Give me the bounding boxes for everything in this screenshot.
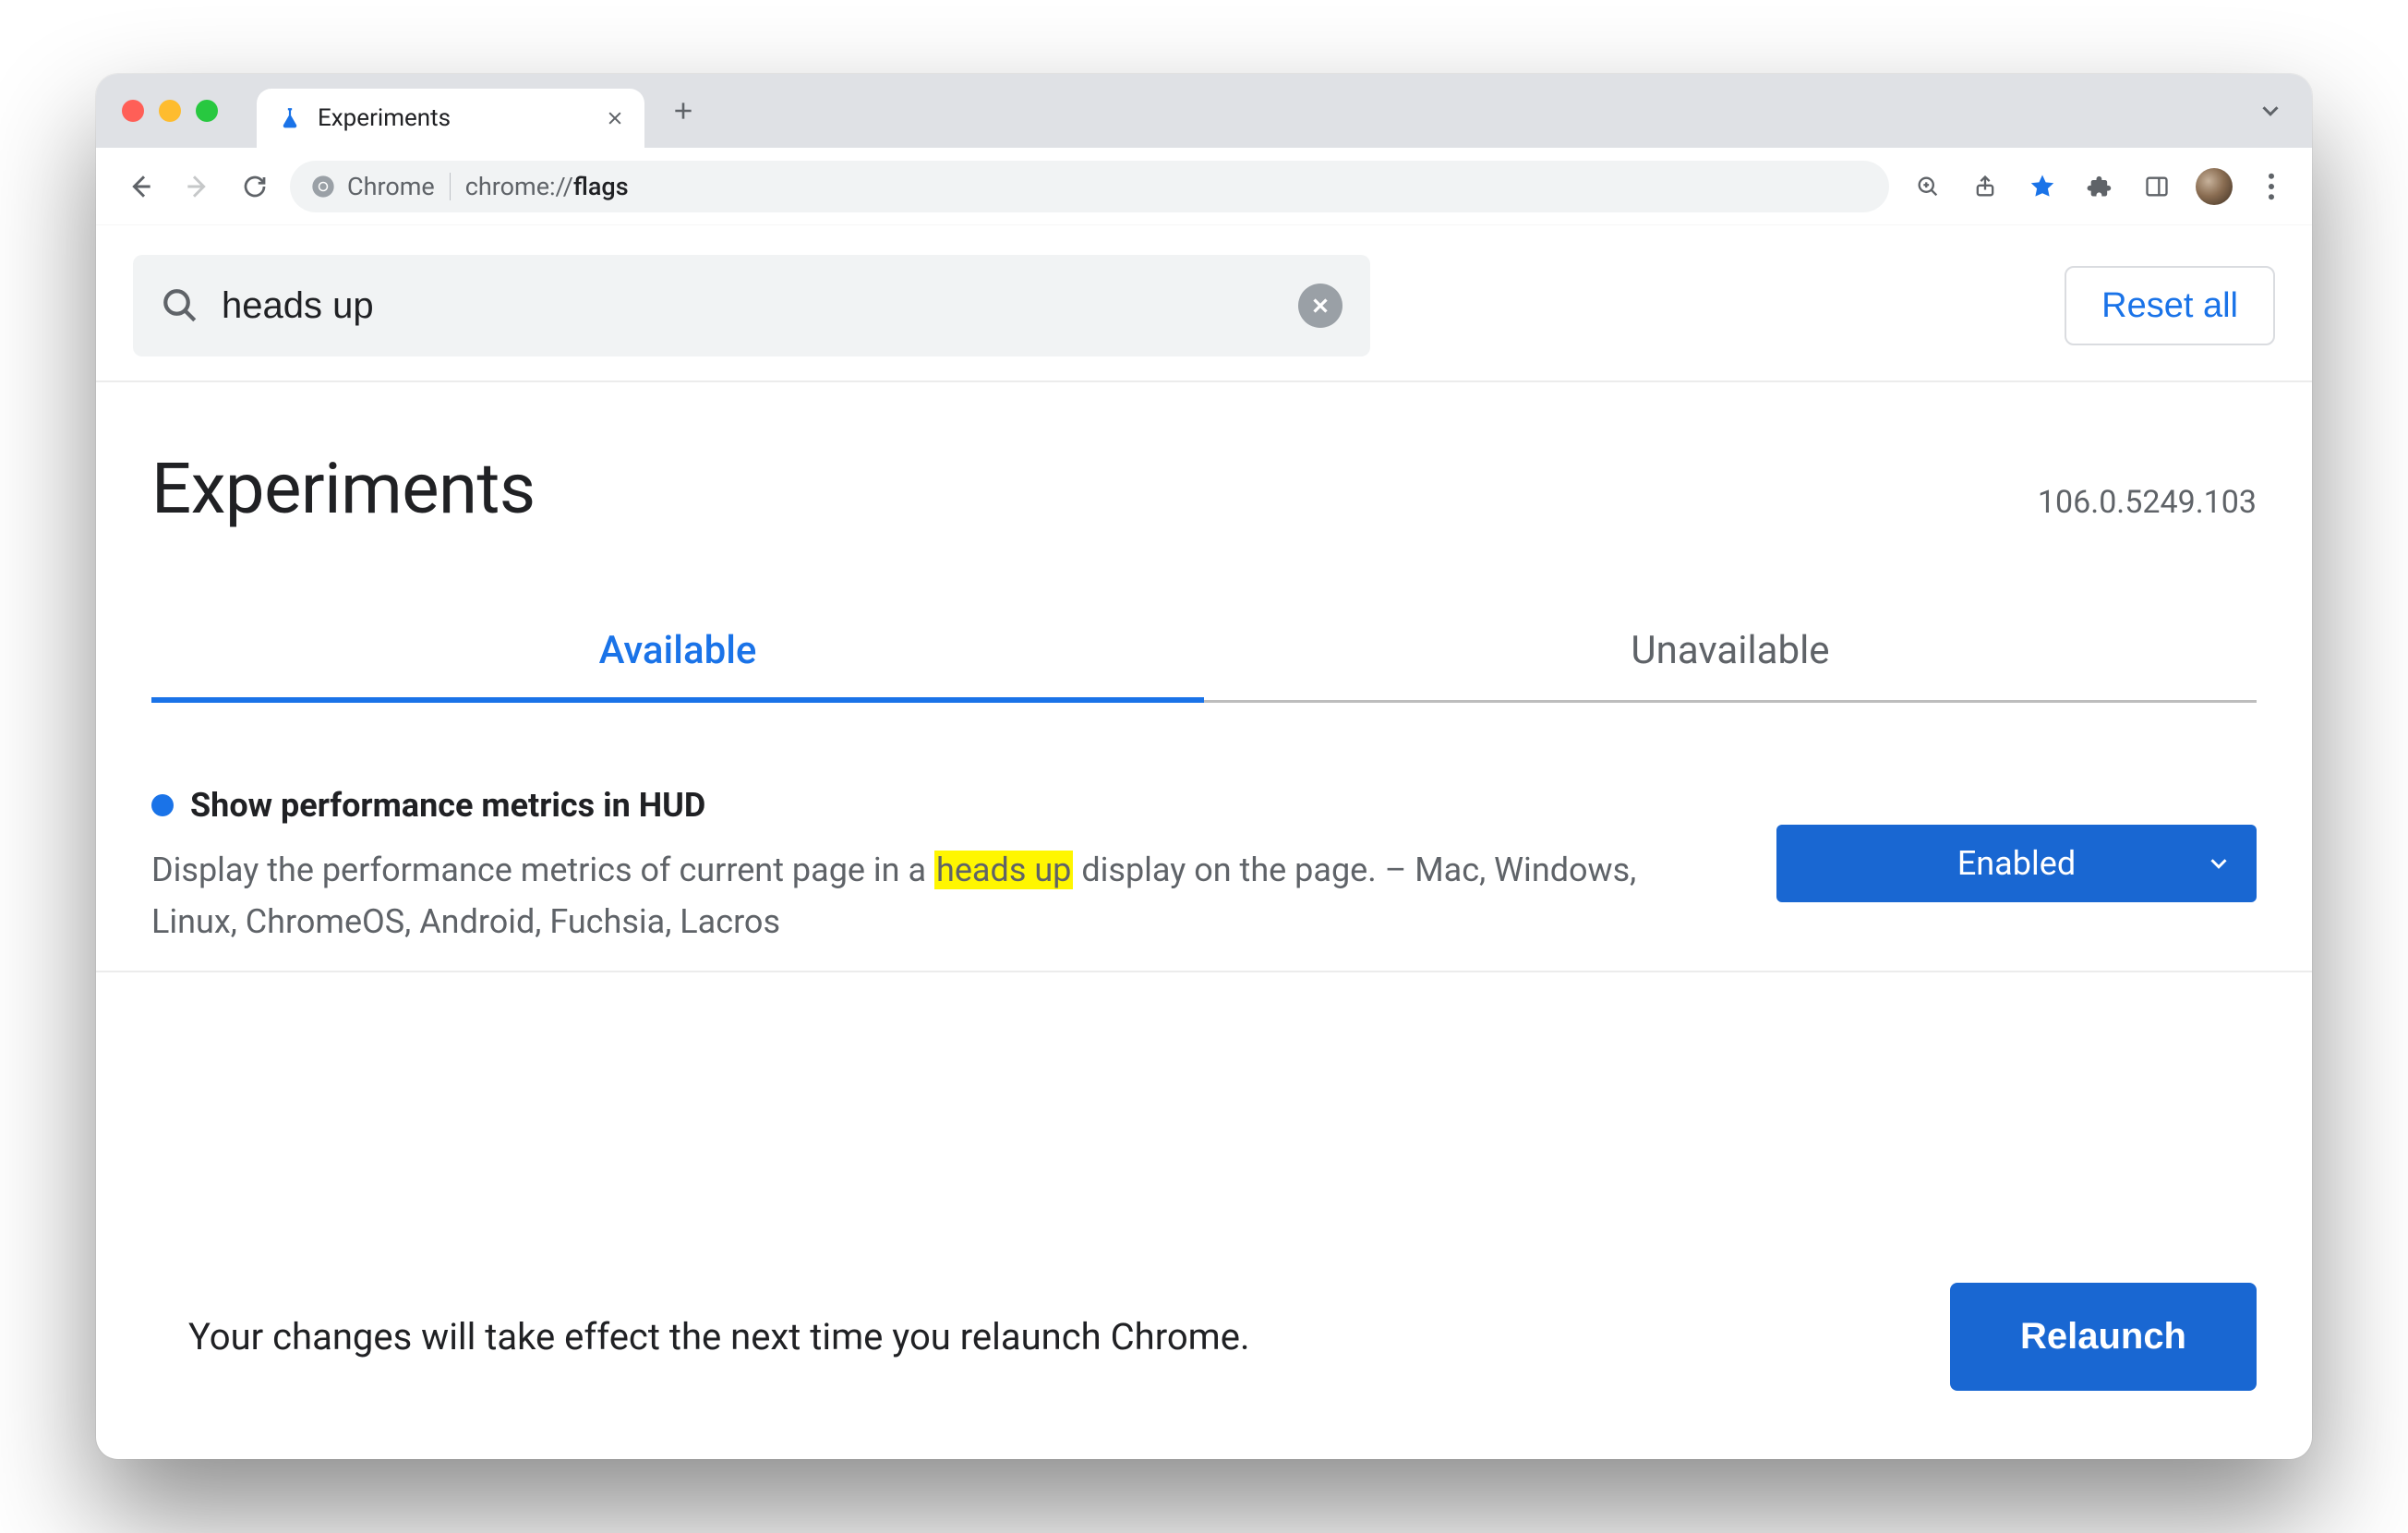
chrome-logo-icon [310, 174, 336, 199]
browser-toolbar: Chrome chrome://flags [96, 148, 2312, 225]
search-icon [161, 286, 199, 325]
relaunch-button[interactable]: Relaunch [1950, 1283, 2257, 1391]
flag-state-value: Enabled [1957, 844, 2076, 883]
tab-strip: Experiments [96, 74, 2312, 148]
close-window-button[interactable] [122, 100, 144, 122]
flags-page: Reset all Experiments 106.0.5249.103 Ava… [96, 225, 2312, 1459]
omnibox-separator [450, 173, 451, 200]
omnibox[interactable]: Chrome chrome://flags [290, 161, 1889, 212]
divider [96, 971, 2312, 972]
zoom-icon[interactable] [1909, 168, 1946, 205]
toolbar-right [1909, 168, 2290, 205]
omnibox-url: chrome://flags [465, 172, 629, 201]
search-input[interactable] [220, 284, 1278, 328]
chrome-version: 106.0.5249.103 [2038, 484, 2257, 521]
site-info-chip[interactable]: Chrome [310, 172, 435, 201]
flag-state-select[interactable]: Enabled [1776, 825, 2257, 902]
profile-avatar[interactable] [2196, 168, 2233, 205]
clear-search-icon[interactable] [1298, 284, 1342, 328]
tabs-dropdown-icon[interactable] [2247, 97, 2294, 125]
flags-tabs: Available Unavailable [151, 613, 2257, 703]
minimize-window-button[interactable] [159, 100, 181, 122]
relaunch-message: Your changes will take effect the next t… [188, 1315, 1913, 1358]
chevron-down-icon [2205, 850, 2233, 877]
flag-title: Show performance metrics in HUD [190, 786, 705, 825]
browser-tab[interactable]: Experiments [257, 89, 644, 148]
search-highlight: heads up [934, 851, 1073, 889]
flag-description: Display the performance metrics of curre… [151, 845, 1721, 948]
site-chip-label: Chrome [347, 172, 435, 201]
forward-button[interactable] [175, 164, 220, 209]
reset-all-button[interactable]: Reset all [2065, 266, 2275, 345]
close-tab-icon[interactable] [602, 105, 628, 131]
back-button[interactable] [118, 164, 163, 209]
tab-title: Experiments [318, 104, 587, 132]
flag-entry: Show performance metrics in HUD Display … [96, 703, 2312, 948]
new-tab-button[interactable] [661, 89, 705, 133]
maximize-window-button[interactable] [196, 100, 218, 122]
side-panel-icon[interactable] [2138, 168, 2175, 205]
title-row: Experiments 106.0.5249.103 [96, 382, 2312, 530]
kebab-menu-icon[interactable] [2253, 168, 2290, 205]
flags-header: Reset all [96, 225, 2312, 382]
reload-button[interactable] [233, 164, 277, 209]
extensions-icon[interactable] [2081, 168, 2118, 205]
window-controls [122, 100, 218, 122]
relaunch-bar: Your changes will take effect the next t… [96, 1238, 2312, 1459]
tab-available[interactable]: Available [151, 613, 1204, 703]
page-title: Experiments [151, 447, 536, 530]
browser-window: Experiments [96, 74, 2312, 1459]
search-box[interactable] [133, 255, 1370, 356]
flag-title-row: Show performance metrics in HUD [151, 786, 1721, 825]
modified-dot-icon [151, 794, 174, 816]
share-icon[interactable] [1967, 168, 2004, 205]
flask-icon [277, 105, 303, 131]
tab-unavailable[interactable]: Unavailable [1204, 613, 2257, 703]
bookmark-star-icon[interactable] [2024, 168, 2061, 205]
